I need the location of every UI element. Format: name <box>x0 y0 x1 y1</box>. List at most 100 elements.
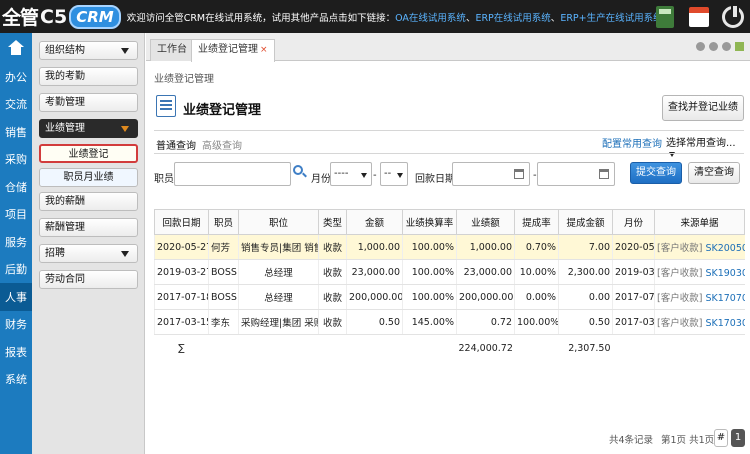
close-all-icon[interactable] <box>722 42 731 51</box>
cell-performance: 23,000.00 <box>456 259 515 285</box>
submenu-my-salary[interactable]: 我的薪酬 <box>39 192 138 211</box>
submenu-label: 劳动合同 <box>45 274 85 285</box>
submenu-labor-contract[interactable]: 劳动合同 <box>39 270 138 289</box>
table-row[interactable]: 2020-05-27 何芳 销售专员|集团 销售部 收款 1,000.00 10… <box>154 234 745 260</box>
home-icon <box>8 40 24 56</box>
nav-item-project[interactable]: 项目 <box>0 201 32 229</box>
cell-type: 收款 <box>318 309 347 335</box>
cell-performance: 0.72 <box>456 309 515 335</box>
sum-symbol: ∑ <box>178 343 185 355</box>
nav-item-purchase[interactable]: 采购 <box>0 146 32 174</box>
calendar-icon[interactable] <box>514 169 524 179</box>
search-register-button[interactable]: 查找并登记业绩 <box>662 95 744 121</box>
cell-type: 收款 <box>318 284 347 310</box>
month-year-select[interactable]: ---- <box>330 162 372 186</box>
cell-date: 2020-05-27 <box>154 234 209 260</box>
main-content: 工作台 业绩登记管理 × 业绩登记管理 业绩登记管理 查找并登记业绩 普通查询 高… <box>146 33 750 454</box>
common-query-select[interactable]: 选择常用查询... <box>666 134 744 160</box>
app-logo[interactable]: 全管 C5 CRM <box>0 0 121 33</box>
search-icon[interactable] <box>293 165 303 175</box>
col-header-type[interactable]: 类型 <box>318 209 347 235</box>
tab-normal-search[interactable]: 普通查询 <box>156 137 196 152</box>
calendar-button[interactable] <box>682 0 716 33</box>
submenu-staff-monthly-performance[interactable]: 职员月业绩 <box>39 168 138 187</box>
col-header-conversion-rate[interactable]: 业绩换算率 <box>402 209 457 235</box>
submenu-my-attendance[interactable]: 我的考勤 <box>39 67 138 86</box>
col-header-month[interactable]: 月份 <box>612 209 655 235</box>
nav-home[interactable] <box>0 33 32 63</box>
top-bar: 全管 C5 CRM 欢迎访问全管CRM在线试用系统，试用其他产品点击如下链接：O… <box>0 0 750 33</box>
tab-workbench[interactable]: 工作台 <box>150 39 194 61</box>
submit-query-button[interactable]: 提交查询 <box>630 162 682 184</box>
page-jump-button[interactable]: # <box>714 429 728 447</box>
chevron-down-icon <box>361 173 367 178</box>
col-header-position[interactable]: 职位 <box>238 209 319 235</box>
cell-employee: BOSS <box>208 284 239 310</box>
source-doc-link[interactable]: SK17070002 <box>705 293 744 304</box>
submenu-label: 薪酬管理 <box>45 222 85 233</box>
col-header-employee[interactable]: 职员 <box>208 209 239 235</box>
scroll-right-icon[interactable] <box>709 42 718 51</box>
calendar-icon <box>689 6 709 27</box>
sum-empty <box>239 335 319 363</box>
scroll-left-icon[interactable] <box>696 42 705 51</box>
tab-advanced-search[interactable]: 高级查询 <box>202 137 242 152</box>
submenu-label: 考勤管理 <box>45 97 85 108</box>
welcome-message: 欢迎访问全管CRM在线试用系统，试用其他产品点击如下链接：OA在线试用系统 、ER… <box>127 10 663 24</box>
logo-text: 全管 <box>2 7 39 29</box>
cell-position: 总经理 <box>238 284 319 310</box>
nav-item-office[interactable]: 办公 <box>0 63 32 91</box>
source-doc-link[interactable]: SK20050003 <box>705 243 744 254</box>
source-doc-link[interactable]: SK19030002 <box>705 268 744 279</box>
window-icon[interactable] <box>735 42 744 51</box>
date-to-input[interactable] <box>537 162 615 186</box>
source-doc-link[interactable]: SK17030001 <box>705 318 744 329</box>
nav-item-hr[interactable]: 人事 <box>0 283 32 311</box>
submenu-org-structure[interactable]: 组织结构 <box>39 41 138 60</box>
cell-rate: 100.00% <box>402 259 457 285</box>
calculator-button[interactable] <box>648 0 682 33</box>
calendar-icon[interactable] <box>599 169 609 179</box>
chevron-down-icon <box>397 173 403 178</box>
month-label: 月份 <box>311 174 331 185</box>
nav-item-system[interactable]: 系统 <box>0 366 32 394</box>
erp-trial-link[interactable]: ERP在线试用系统 <box>475 13 550 24</box>
clear-query-button[interactable]: 清空查询 <box>688 162 740 184</box>
oa-trial-link[interactable]: OA在线试用系统 <box>395 13 466 24</box>
logo-crm-badge: CRM <box>69 4 121 29</box>
config-common-query-link[interactable]: 配置常用查询 <box>602 135 662 150</box>
table-row[interactable]: 2017-07-18 BOSS 总经理 收款 200,000.00 100.00… <box>154 284 745 310</box>
nav-item-communication[interactable]: 交流 <box>0 91 32 119</box>
employee-input[interactable] <box>174 162 291 186</box>
logout-button[interactable] <box>716 0 750 33</box>
col-header-payment-date[interactable]: 回款日期 <box>154 209 209 235</box>
col-header-commission[interactable]: 提成金额 <box>558 209 613 235</box>
nav-item-reports[interactable]: 报表 <box>0 338 32 366</box>
submenu-attendance-mgmt[interactable]: 考勤管理 <box>39 93 138 112</box>
col-header-source-doc[interactable]: 来源单据 <box>654 209 745 235</box>
submenu-performance-register[interactable]: 业绩登记 <box>39 144 138 163</box>
logo-version: C5 <box>40 5 68 28</box>
table-row[interactable]: 2017-03-15 李东 采购经理|集团 采购部 收款 0.50 145.00… <box>154 309 745 335</box>
sum-performance: 224,000.72 <box>458 343 513 355</box>
col-header-commission-rate[interactable]: 提成率 <box>514 209 559 235</box>
nav-item-finance[interactable]: 财务 <box>0 311 32 339</box>
submenu-performance-mgmt[interactable]: 业绩管理 <box>39 119 138 138</box>
nav-item-logistics[interactable]: 后勤 <box>0 256 32 284</box>
nav-item-sales[interactable]: 销售 <box>0 118 32 146</box>
submenu-salary-mgmt[interactable]: 薪酬管理 <box>39 218 138 237</box>
col-header-performance[interactable]: 业绩额 <box>456 209 515 235</box>
page-number-current[interactable]: 1 <box>731 429 745 447</box>
nav-item-service[interactable]: 服务 <box>0 228 32 256</box>
submenu-label: 业绩管理 <box>45 123 85 134</box>
document-icon <box>156 95 176 117</box>
date-from-input[interactable] <box>452 162 530 186</box>
col-header-amount[interactable]: 金额 <box>346 209 403 235</box>
nav-item-warehouse[interactable]: 仓储 <box>0 173 32 201</box>
month-month-select[interactable]: -- <box>380 162 408 186</box>
tab-performance-register[interactable]: 业绩登记管理 × <box>191 39 275 62</box>
cell-amount: 1,000.00 <box>346 234 403 260</box>
submenu-recruitment[interactable]: 招聘 <box>39 244 138 263</box>
table-row[interactable]: 2019-03-27 BOSS 总经理 收款 23,000.00 100.00%… <box>154 259 745 285</box>
close-icon[interactable]: × <box>260 45 268 55</box>
